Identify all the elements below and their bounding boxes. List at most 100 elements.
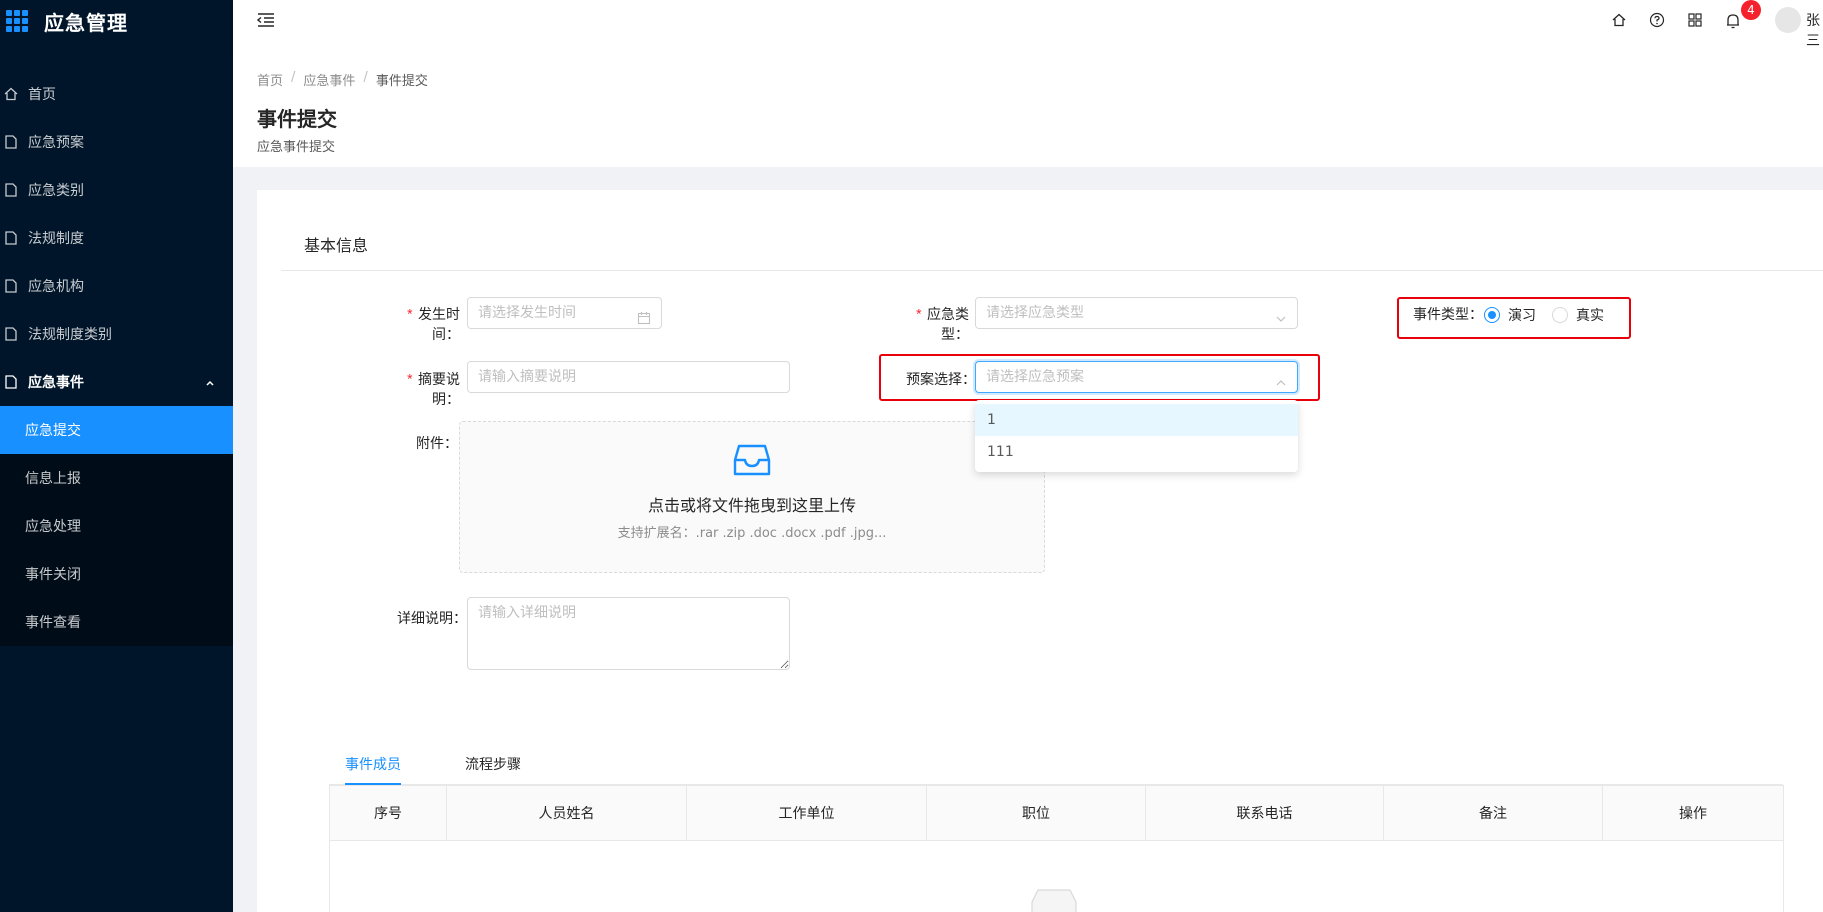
sidebar: 应急管理 首页 应急预案 应急类别 法规制度 应急机构 法规制度类别 应急事件 … [0,0,233,912]
home-icon[interactable] [1611,12,1627,32]
tab-members[interactable]: 事件成员 [345,745,401,785]
app-grid-icon [6,10,28,32]
plan-placeholder: 请选择应急预案 [986,369,1084,385]
breadcrumb-separator: / [291,70,296,85]
column-header: 职位 [927,786,1146,840]
sidebar-item-label: 应急处理 [25,519,81,535]
sidebar-item-view[interactable]: 事件查看 [0,598,233,646]
menu-fold-icon[interactable] [256,12,275,32]
emergency-type-select[interactable]: 请选择应急类型 [975,297,1298,329]
file-icon [4,231,18,245]
event-type-radio-real[interactable]: 真实 [1552,305,1604,325]
file-icon [4,375,18,389]
summary-input[interactable]: 请输入摘要说明 [467,361,790,393]
file-icon [4,183,18,197]
sidebar-item-events[interactable]: 应急事件 [0,358,233,406]
plan-dropdown-menu: 1 111 [975,400,1298,472]
sidebar-item-label: 事件查看 [25,615,81,631]
table-header: 序号 人员姓名 工作单位 职位 联系电话 备注 操作 [330,786,1783,841]
radio-label: 真实 [1576,308,1604,324]
emergency-type-label: * 应急类型： [914,307,969,343]
emergency-type-placeholder: 请选择应急类型 [986,305,1084,321]
sidebar-item-label: 应急事件 [28,375,84,391]
radio-label: 演习 [1508,308,1536,324]
sidebar-item-handle[interactable]: 应急处理 [0,502,233,550]
breadcrumb-current: 事件提交 [375,74,428,89]
detail-label: 详细说明： [397,611,467,627]
sidebar-item-submit[interactable]: 应急提交 [0,406,233,454]
breadcrumb-home[interactable]: 首页 [257,70,283,89]
page-header: 首页 / 应急事件 / 事件提交 事件提交 应急事件提交 [233,52,1823,167]
sidebar-item-label: 应急预案 [28,135,84,151]
event-type-label: 事件类型： [1413,307,1483,323]
event-type-radio-drill[interactable]: 演习 [1484,305,1536,325]
radio-circle [1552,307,1568,323]
sidebar-menu: 首页 应急预案 应急类别 法规制度 应急机构 法规制度类别 应急事件 应急提交 … [0,70,233,646]
sidebar-item-regulations[interactable]: 法规制度 [0,214,233,262]
breadcrumb-events[interactable]: 应急事件 [303,70,355,89]
required-mark: * [405,308,414,324]
required-mark: * [405,373,414,389]
chevron-up-icon [1275,370,1287,400]
column-header: 操作 [1679,806,1707,822]
file-icon [4,135,18,149]
sidebar-item-regulation-categories[interactable]: 法规制度类别 [0,310,233,358]
sidebar-item-label: 法规制度类别 [28,327,112,343]
page-title: 事件提交 [257,107,337,131]
sidebar-item-label: 信息上报 [25,471,81,487]
sidebar-item-categories[interactable]: 应急类别 [0,166,233,214]
plan-label-text: 预案选择 [906,372,962,388]
dropdown-option[interactable]: 111 [975,436,1298,468]
username[interactable]: 张三 [1806,10,1823,50]
avatar[interactable] [1775,7,1801,33]
sidebar-item-organizations[interactable]: 应急机构 [0,262,233,310]
sidebar-item-label: 应急类别 [28,183,84,199]
sidebar-item-label: 首页 [28,87,56,103]
column-header: 备注 [1384,786,1603,840]
sidebar-item-plans[interactable]: 应急预案 [0,118,233,166]
app-logo[interactable]: 应急管理 [0,0,233,42]
occur-time-label: * 发生时间： [405,307,460,343]
event-type-label-text: 事件类型 [1413,307,1469,323]
column-header: 工作单位 [687,786,927,840]
detail-textarea[interactable] [467,597,790,670]
home-icon [4,87,18,101]
inbox-icon [460,442,1044,482]
dropdown-option[interactable]: 1 [975,404,1298,436]
sidebar-submenu: 应急提交 信息上报 应急处理 事件关闭 事件查看 [0,406,233,646]
upload-dropzone[interactable]: 点击或将文件拖曳到这里上传 支持扩展名：.rar .zip .doc .docx… [459,421,1045,573]
divider [281,270,1823,271]
chevron-down-icon [1275,306,1287,336]
sidebar-item-report[interactable]: 信息上报 [0,454,233,502]
attachment-label-text: 附件 [416,436,444,452]
attachment-label: 附件： [416,436,458,452]
page-subtitle: 应急事件提交 [257,140,336,155]
help-icon[interactable] [1649,12,1665,32]
occur-time-picker[interactable]: 请选择发生时间 [467,297,662,329]
app-title: 应急管理 [44,10,128,35]
summary-label-text: 摘要说明 [418,372,460,408]
sidebar-item-close[interactable]: 事件关闭 [0,550,233,598]
column-header: 联系电话 [1146,786,1384,840]
top-header: 4 张三 [233,0,1823,52]
notification-badge: 4 [1741,0,1761,20]
upload-text: 点击或将文件拖曳到这里上传 [647,496,856,515]
column-header: 序号 [330,786,447,840]
summary-placeholder: 请输入摘要说明 [478,369,576,385]
chevron-up-icon [205,376,215,392]
required-mark: * [914,308,923,324]
upload-hint: 支持扩展名：.rar .zip .doc .docx .pdf .jpg... [617,526,887,541]
breadcrumb: 首页 / 应急事件 / 事件提交 [257,70,1799,89]
tab-steps[interactable]: 流程步骤 [465,745,521,785]
sidebar-item-home[interactable]: 首页 [0,70,233,118]
file-icon [4,327,18,341]
plan-select[interactable]: 请选择应急预案 [975,361,1298,393]
breadcrumb-separator: / [363,70,368,85]
plan-label: 预案选择： [906,372,976,388]
column-header: 人员姓名 [447,786,687,840]
bell-icon[interactable] [1725,12,1741,34]
sidebar-item-label: 法规制度 [28,231,84,247]
apps-icon[interactable] [1687,12,1703,32]
calendar-icon [637,306,651,336]
file-icon [4,279,18,293]
